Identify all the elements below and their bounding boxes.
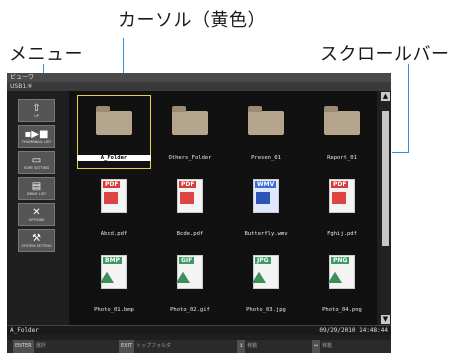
scrollbar-callout-line-v [408,64,409,153]
key-label: ENTER [13,340,34,353]
file-type-badge: BMP [103,257,122,264]
menu-label: SORT SETTING [23,166,50,170]
file-name: Photo_01.bmp [94,307,134,313]
cursor-callout-label: カーソル（黄色） [118,10,266,31]
help-label: トップフォルダ [136,343,172,349]
menu-button-system-setting[interactable]: ⚒ SYSTEM SETTING [18,229,55,252]
path-bar: USB1:¥ [7,82,391,91]
scrollbar-callout-label: スクロールバー [320,44,450,65]
system-setting-icon: ⚒ [32,233,41,244]
help-item: ↕ 移動 [237,340,257,353]
help-label: 移動 [322,343,333,349]
key-label: ↔ [312,340,321,353]
file-name: Others_Folder [168,155,212,161]
menu-button-drive-list[interactable]: ▤ DRIVE LIST [18,177,55,200]
file-tile-folder[interactable]: Others_Folder [153,95,227,169]
side-menu: ⇧ UP ▪▶■ THUMBNAIL LIST ▭ SORT SETTING ▤… [16,97,61,269]
image-file-icon: PNG [322,255,362,293]
status-datetime: 09/29/2010 14:48:44 [319,327,388,334]
file-tile-pdf[interactable]: PDF Bcde.pdf [153,171,227,245]
scrollbar-thumb[interactable] [382,111,389,246]
video-file-icon: WMV [246,179,286,217]
help-bar: ENTER 選択 EXIT トップフォルダ ↕ 移動 ↔ 移動 [7,340,391,353]
film-strip-icon [256,192,270,204]
image-file-icon: GIF [170,255,210,293]
help-item: ENTER 選択 [13,340,46,353]
file-tile-folder[interactable]: Presen_01 [229,95,303,169]
file-tile-image[interactable]: JPG Photo_03.jpg [229,247,303,321]
drive-list-icon: ▤ [31,181,42,192]
status-bar: A_Folder 09/29/2010 14:48:44 [7,325,391,335]
menu-button-thumbnail-list[interactable]: ▪▶■ THUMBNAIL LIST [18,125,55,148]
folder-icon [246,103,286,141]
file-name: Abcd.pdf [100,231,128,237]
file-tile-image[interactable]: BMP Photo_01.bmp [77,247,151,321]
pdf-preview-icon [332,192,346,204]
status-selected-name: A_Folder [10,327,39,334]
file-name: Presen_01 [251,155,281,161]
folder-icon [94,103,134,141]
file-type-badge: JPG [255,257,271,264]
menu-label: SYSTEM SETTING [21,244,52,248]
key-label: ↕ [237,340,246,353]
file-name: A_Folder [77,155,151,161]
file-type-badge: PDF [179,181,197,188]
scroll-down-arrow-icon[interactable]: ▼ [381,315,390,324]
scroll-up-arrow-icon[interactable]: ▲ [381,92,390,101]
file-tile-folder[interactable]: A_Folder [77,95,151,169]
file-type-badge: GIF [179,257,195,264]
file-grid: A_Folder Others_Folder Presen_01 Report_… [69,91,377,325]
menu-button-options[interactable]: ✕ OPTIONS [18,203,55,226]
file-name: Photo_03.jpg [246,307,286,313]
file-name: Butterfly.wmv [244,231,288,237]
menu-button-sort-setting[interactable]: ▭ SORT SETTING [18,151,55,174]
file-tile-pdf[interactable]: PDF Abcd.pdf [77,171,151,245]
help-label: 移動 [247,343,258,349]
file-type-badge: PNG [331,257,350,264]
help-item: ↔ 移動 [312,340,332,353]
menu-label: THUMBNAIL LIST [21,140,52,144]
file-type-badge: PDF [103,181,121,188]
menu-label: DRIVE LIST [26,192,47,196]
image-file-icon: BMP [94,255,134,293]
file-tile-image[interactable]: GIF Photo_02.gif [153,247,227,321]
menu-label: OPTIONS [28,218,45,222]
pdf-file-icon: PDF [94,179,134,217]
file-tile-video[interactable]: WMV Butterfly.wmv [229,171,303,245]
file-type-badge: WMV [255,181,277,188]
menu-button-up[interactable]: ⇧ UP [18,99,55,122]
key-label: EXIT [119,340,135,353]
pdf-preview-icon [180,192,194,204]
scrollbar-callout-line-h [392,152,409,153]
file-type-badge: PDF [331,181,349,188]
help-label: 選択 [35,343,46,349]
pdf-preview-icon [104,192,118,204]
folder-icon [322,103,362,141]
thumbnail-list-icon: ▪▶■ [24,129,49,140]
image-file-icon: JPG [246,255,286,293]
help-item: EXIT トップフォルダ [119,340,171,353]
sort-setting-icon: ▭ [31,155,42,166]
file-name: Photo_02.gif [170,307,210,313]
folder-icon [170,103,210,141]
file-name: Fghij.pdf [327,231,357,237]
pdf-file-icon: PDF [170,179,210,217]
file-tile-pdf[interactable]: PDF Fghij.pdf [305,171,379,245]
file-name: Bcde.pdf [176,231,204,237]
up-icon: ⇧ [32,103,41,114]
window-title: ビューワ [7,73,391,82]
file-name: Report_01 [327,155,357,161]
menu-label: UP [34,114,39,118]
file-tile-folder[interactable]: Report_01 [305,95,379,169]
viewer-window: ビューワ USB1:¥ ⇧ UP ▪▶■ THUMBNAIL LIST ▭ SO… [7,73,391,353]
menu-callout-label: メニュー [9,44,83,65]
vertical-scrollbar[interactable]: ▲ ▼ [380,91,391,325]
file-tile-image[interactable]: PNG Photo_04.png [305,247,379,321]
file-name: Photo_04.png [322,307,362,313]
options-icon: ✕ [32,207,41,218]
pdf-file-icon: PDF [322,179,362,217]
